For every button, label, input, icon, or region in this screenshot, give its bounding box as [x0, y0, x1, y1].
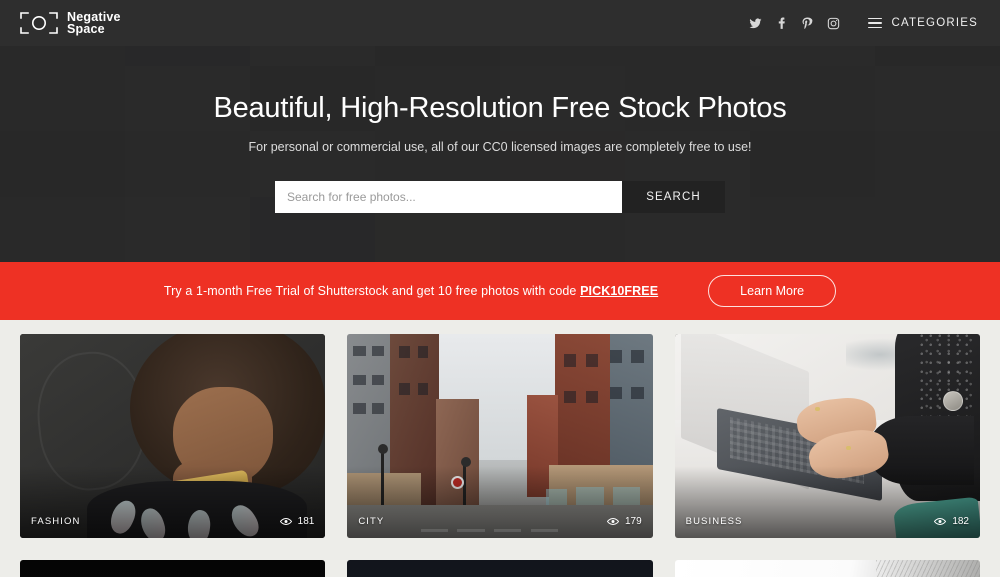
card-meta: BUSINESS 182 — [675, 504, 980, 538]
card-meta: FASHION 181 — [20, 504, 325, 538]
facebook-icon[interactable] — [768, 10, 794, 36]
learn-more-button[interactable]: Learn More — [708, 275, 837, 307]
view-count-value: 179 — [624, 515, 642, 527]
photo-card[interactable] — [347, 560, 653, 577]
hero-title: Beautiful, High-Resolution Free Stock Ph… — [213, 91, 787, 124]
logo-line-2: Space — [67, 22, 105, 36]
pinterest-icon[interactable] — [794, 10, 820, 36]
social-links — [742, 10, 846, 36]
promo-text: Try a 1-month Free Trial of Shutterstock… — [164, 284, 658, 298]
photo-grid: FASHION 181 CITY 179 BUSINESS 182 — [0, 320, 1000, 538]
view-count-value: 182 — [952, 515, 969, 527]
card-view-count: 182 — [934, 516, 969, 527]
hamburger-icon — [868, 17, 883, 29]
card-category-label: FASHION — [31, 515, 81, 527]
promo-banner: Try a 1-month Free Trial of Shutterstock… — [0, 262, 1000, 320]
photo-card[interactable] — [20, 560, 326, 577]
logo-wordmark: Negative Space — [67, 10, 121, 36]
photo-grid-next-row — [0, 560, 1000, 577]
photo-card[interactable]: FASHION 181 — [20, 334, 326, 538]
photo-card[interactable] — [674, 560, 980, 577]
card-category-label: BUSINESS — [685, 515, 743, 527]
card-category-label: CITY — [358, 515, 385, 527]
hero-subtitle: For personal or commercial use, all of o… — [248, 139, 752, 154]
promo-code-link[interactable]: PICK10FREE — [580, 284, 658, 298]
search-bar: SEARCH — [275, 180, 725, 213]
categories-menu-button[interactable]: CATEGORIES — [868, 17, 978, 29]
site-header: Negative Space CATEGORIES — [0, 0, 1000, 46]
search-input[interactable] — [275, 180, 622, 213]
photo-card[interactable]: BUSINESS 182 — [674, 334, 980, 538]
hero-content: Beautiful, High-Resolution Free Stock Ph… — [0, 46, 1000, 262]
view-count-value: 181 — [297, 515, 315, 527]
site-logo[interactable]: Negative Space — [20, 10, 121, 36]
photo-card[interactable]: CITY 179 — [347, 334, 653, 538]
card-view-count: 181 — [279, 515, 315, 527]
categories-label: CATEGORIES — [891, 17, 978, 29]
header-right: CATEGORIES — [742, 10, 978, 36]
camera-frame-icon — [20, 12, 58, 34]
twitter-icon[interactable] — [742, 10, 768, 36]
instagram-icon[interactable] — [820, 10, 846, 36]
card-meta: CITY 179 — [347, 504, 652, 538]
eye-icon — [279, 517, 292, 526]
hero-section: Beautiful, High-Resolution Free Stock Ph… — [0, 46, 1000, 262]
eye-icon — [934, 517, 947, 526]
card-view-count: 179 — [606, 515, 642, 527]
search-button[interactable]: SEARCH — [622, 180, 725, 213]
eye-icon — [606, 517, 619, 526]
promo-text-body: Try a 1-month Free Trial of Shutterstock… — [163, 284, 581, 298]
